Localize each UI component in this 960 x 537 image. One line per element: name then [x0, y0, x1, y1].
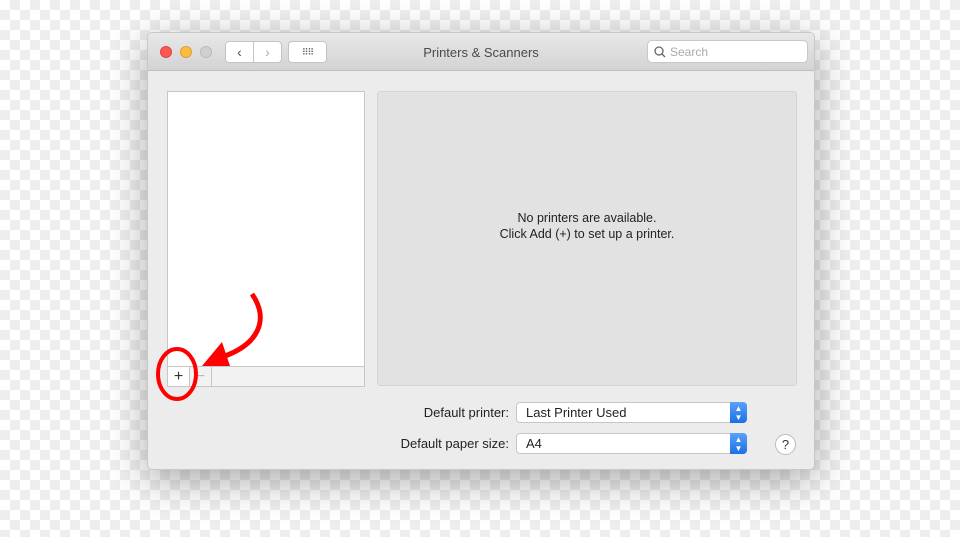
arrow-head-icon	[202, 342, 230, 366]
arrow-shaft	[221, 292, 263, 360]
highlight-circle	[156, 347, 198, 401]
annotation-overlay	[156, 292, 263, 401]
